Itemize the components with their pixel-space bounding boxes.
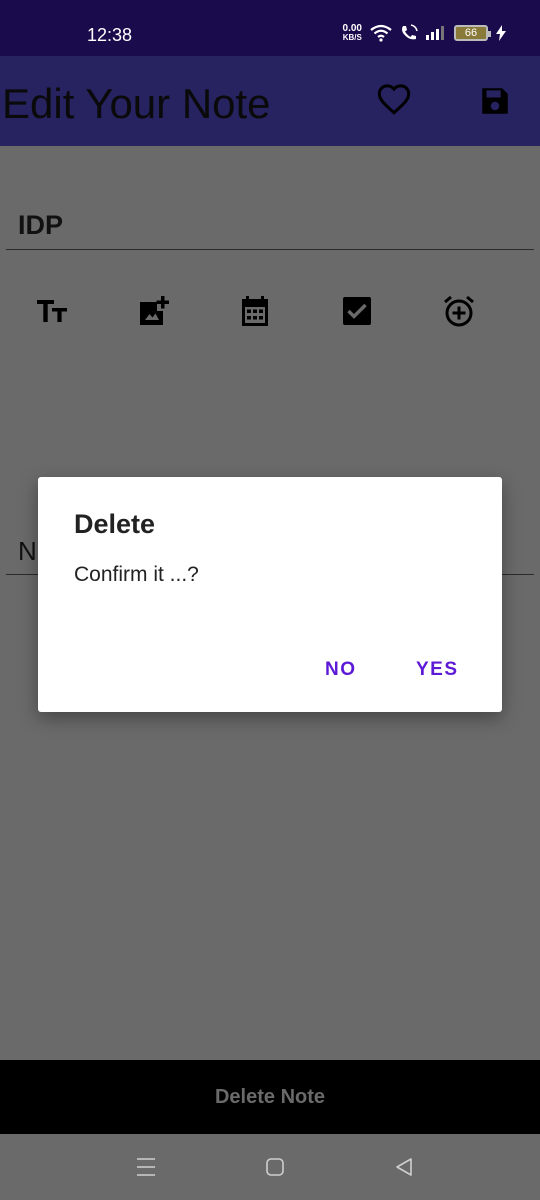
note-body-value: N [18, 536, 37, 566]
dialog-title: Delete [74, 509, 156, 539]
delete-note-button[interactable]: Delete Note [215, 1086, 325, 1109]
system-nav-bar [0, 1134, 540, 1200]
signal-icon [426, 26, 444, 40]
yes-button[interactable]: YES [416, 659, 459, 681]
delete-dialog: Delete Confirm it ...? NO YES [38, 477, 502, 712]
dialog-message: Confirm it ...? [74, 563, 199, 586]
back-icon[interactable] [393, 1156, 415, 1178]
home-icon[interactable] [264, 1156, 286, 1178]
status-bar: 12:38 0.00 KB/S 66 [0, 0, 540, 56]
network-speed-unit: KB/S [342, 33, 362, 42]
battery-level: 66 [464, 27, 478, 39]
text-size-icon[interactable] [35, 294, 69, 328]
network-speed-value: 0.00 [342, 23, 362, 34]
delete-note-bar[interactable]: Delete Note [0, 1060, 540, 1134]
status-time: 12:38 [87, 25, 133, 45]
note-title-field[interactable]: IDP [6, 204, 534, 250]
menu-icon[interactable] [135, 1156, 157, 1178]
no-button[interactable]: NO [325, 659, 357, 681]
status-icons: 0.00 KB/S 66 [343, 24, 506, 42]
calendar-icon[interactable] [238, 294, 272, 328]
app-bar: Edit Your Note [0, 56, 540, 146]
add-alarm-icon[interactable] [442, 294, 476, 328]
add-image-icon[interactable] [137, 294, 171, 328]
network-speed: 0.00 KB/S [342, 23, 362, 43]
page-title: Edit Your Note [2, 80, 271, 127]
wifi-icon [370, 24, 392, 42]
checkbox-icon[interactable] [340, 294, 374, 328]
charging-icon [496, 25, 506, 41]
save-icon[interactable] [478, 84, 512, 118]
battery-indicator: 66 [454, 25, 491, 41]
wifi-calling-icon [402, 24, 418, 40]
note-title-value: IDP [18, 210, 64, 240]
heart-outline-icon[interactable] [376, 82, 412, 118]
